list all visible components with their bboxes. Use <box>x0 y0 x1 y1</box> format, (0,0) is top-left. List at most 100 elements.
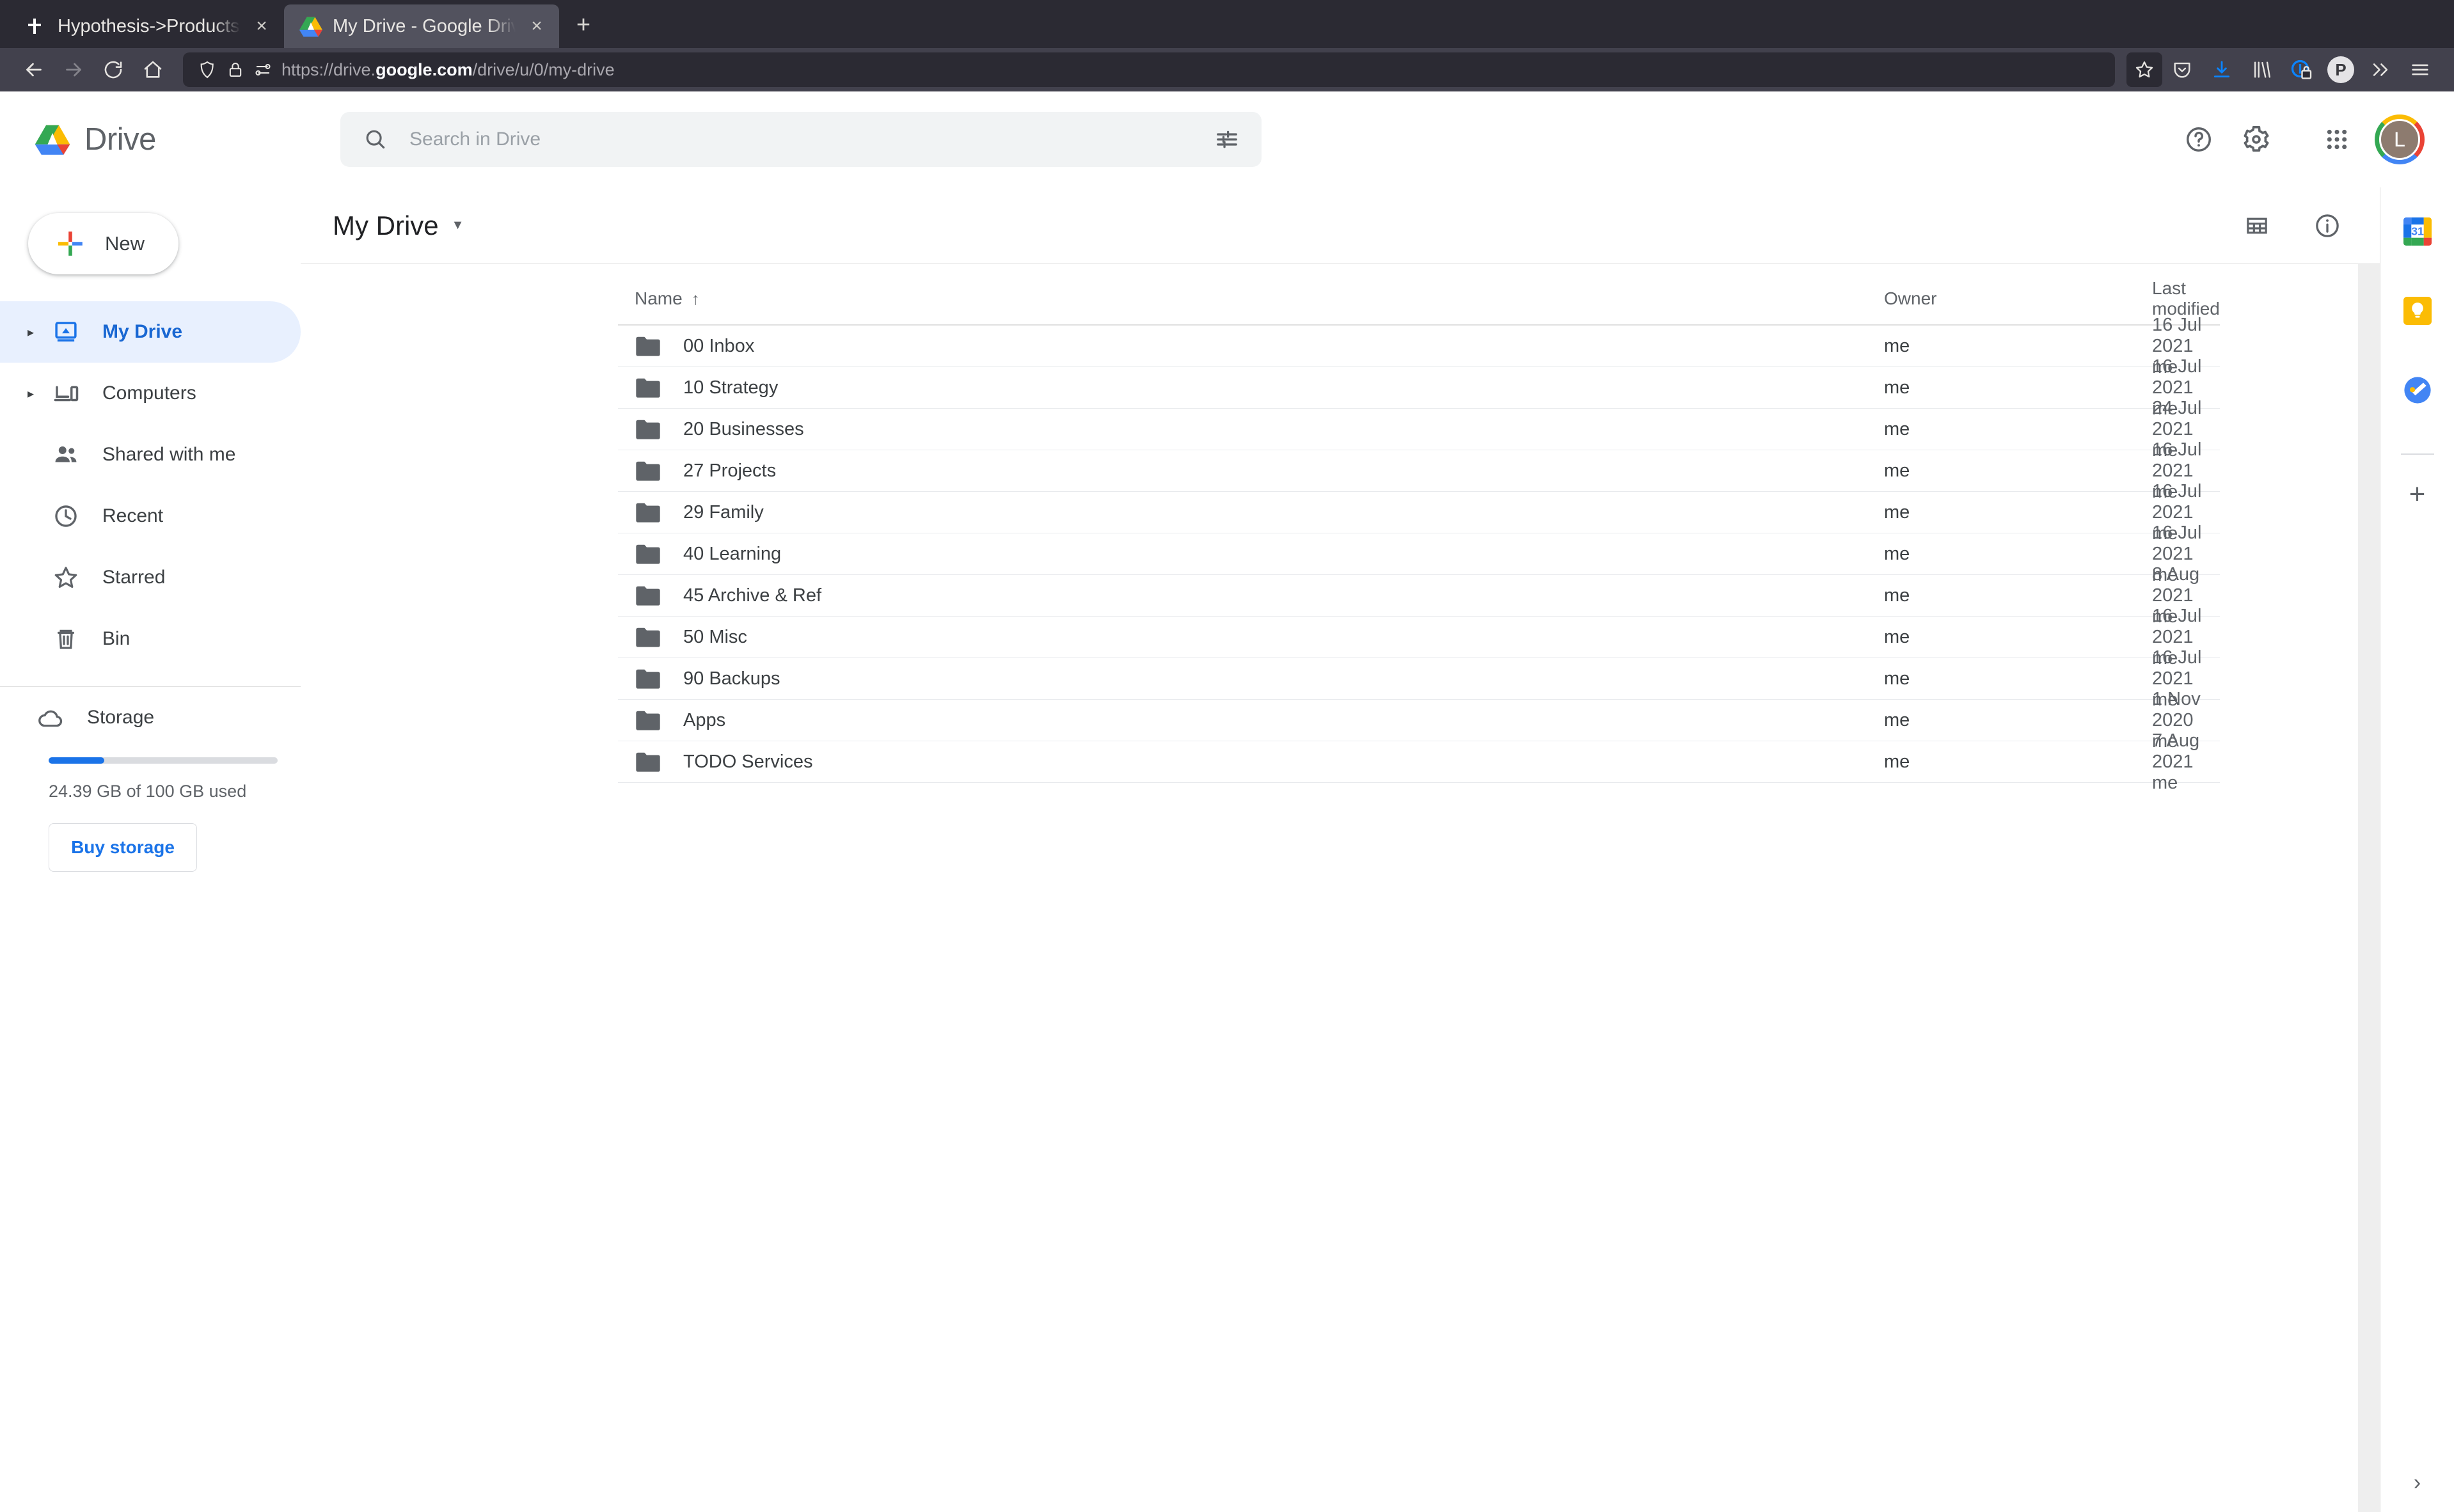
container-icon[interactable] <box>2281 50 2321 90</box>
drive-icon <box>299 15 322 38</box>
table-row[interactable]: 10 Strategyme16 Jul 2021 me— <box>618 356 2220 419</box>
drive-logo[interactable]: Drive <box>26 122 326 157</box>
trash-bin-icon <box>46 626 86 652</box>
shield-icon[interactable] <box>197 59 218 80</box>
content-header-actions <box>2230 199 2354 253</box>
new-tab-button[interactable]: + <box>564 6 603 44</box>
search-bar[interactable] <box>340 112 1262 167</box>
sidebar-item-shared-with-me[interactable]: Shared with me <box>0 424 301 485</box>
apps-grid-icon[interactable] <box>2308 111 2366 168</box>
storage-link[interactable]: Storage <box>15 687 301 748</box>
file-name: 29 Family <box>683 501 764 523</box>
table-row[interactable]: 45 Archive & Refme8 Aug 2021 me— <box>618 564 2220 627</box>
storage-section: Storage 24.39 GB of 100 GB used Buy stor… <box>0 687 301 872</box>
side-apps-rail: 31 + › <box>2380 187 2454 1512</box>
new-button[interactable]: New <box>28 213 178 274</box>
sheets-icon <box>24 15 47 38</box>
sidebar-item-starred[interactable]: Starred <box>0 547 301 608</box>
table-row[interactable]: 20 Businessesme24 Jul 2021 me— <box>618 398 2220 461</box>
page-title: My Drive <box>333 210 439 240</box>
brand-name: Drive <box>84 122 156 157</box>
file-name: 40 Learning <box>683 543 782 564</box>
file-name-cell[interactable]: 29 Family <box>635 501 764 523</box>
table-row[interactable]: 29 Familyme16 Jul 2021 me— <box>618 481 2220 544</box>
buy-storage-button[interactable]: Buy storage <box>49 823 197 872</box>
owner-cell: me <box>1884 668 1910 689</box>
url-bar[interactable]: https://drive.google.com/drive/u/0/my-dr… <box>183 52 2115 87</box>
info-circle-icon[interactable] <box>2300 199 2354 253</box>
hamburger-menu-icon[interactable] <box>2400 50 2440 90</box>
sidebar-item-recent[interactable]: Recent <box>0 485 301 547</box>
google-keep-icon[interactable] <box>2396 290 2439 332</box>
lock-icon[interactable] <box>226 61 244 79</box>
my-drive-icon <box>46 319 86 345</box>
downloads-icon[interactable] <box>2202 50 2242 90</box>
tab-strip: Hypothesis->Products/Se × My Drive - Goo… <box>0 0 2454 48</box>
chevron-right-icon[interactable]: ▸ <box>15 386 46 402</box>
sidebar-item-my-drive[interactable]: ▸ My Drive <box>0 301 301 363</box>
library-icon[interactable] <box>2242 50 2281 90</box>
owner-cell: me <box>1884 626 1910 647</box>
chevron-down-icon[interactable]: ▼ <box>452 218 464 233</box>
google-tasks-icon[interactable] <box>2396 369 2439 411</box>
browser-tab-2[interactable]: My Drive - Google Drive × <box>284 4 559 48</box>
file-name-cell[interactable]: 10 Strategy <box>635 377 778 398</box>
avatar-letter: L <box>2379 119 2420 160</box>
file-name-cell[interactable]: 45 Archive & Ref <box>635 585 821 606</box>
home-icon[interactable] <box>133 50 173 90</box>
search-filter-icon[interactable] <box>1208 120 1246 159</box>
breadcrumb[interactable]: My Drive ▼ <box>316 210 464 241</box>
file-name-cell[interactable]: 40 Learning <box>635 543 781 565</box>
grid-view-icon[interactable] <box>2230 199 2284 253</box>
file-name: Apps <box>683 709 726 730</box>
browser-tab-1[interactable]: Hypothesis->Products/Se × <box>9 4 284 48</box>
search-icon <box>363 127 388 152</box>
pocket-profile-icon[interactable]: P <box>2321 50 2361 90</box>
url-text[interactable]: https://drive.google.com/drive/u/0/my-dr… <box>281 60 615 80</box>
folder-icon <box>635 335 661 357</box>
forward-icon[interactable] <box>54 50 93 90</box>
overflow-icon[interactable] <box>2361 50 2400 90</box>
file-name-cell[interactable]: 27 Projects <box>635 460 776 482</box>
table-row[interactable]: TODO Servicesme7 Aug 2021 me— <box>618 730 2220 793</box>
column-header-last-modified[interactable]: Last modified <box>2152 278 2220 319</box>
file-name-cell[interactable]: 00 Inbox <box>635 335 754 357</box>
help-icon[interactable] <box>2170 111 2228 168</box>
file-rows: 00 Inboxme16 Jul 2021 me—10 Strategyme16… <box>618 315 2220 793</box>
pocket-icon[interactable] <box>2162 50 2202 90</box>
content-scrollbar[interactable] <box>2358 264 2380 1512</box>
add-app-button[interactable]: + <box>2409 480 2426 508</box>
chevron-right-icon[interactable]: ▸ <box>15 324 46 340</box>
expand-panel-button[interactable]: › <box>2380 1470 2454 1495</box>
bookmark-star-icon[interactable] <box>2126 52 2162 87</box>
search-input[interactable] <box>409 129 1186 150</box>
file-name: 10 Strategy <box>683 377 779 398</box>
table-row[interactable]: Appsme1 Nov 2020 me— <box>618 689 2220 752</box>
avatar[interactable]: L <box>2375 114 2425 164</box>
storage-used-text: 24.39 GB of 100 GB used <box>49 782 247 801</box>
table-row[interactable]: 50 Miscme16 Jul 2021 me— <box>618 606 2220 668</box>
permissions-icon[interactable] <box>253 60 273 79</box>
table-row[interactable]: 00 Inboxme16 Jul 2021 me— <box>618 315 2220 377</box>
sidebar-item-computers[interactable]: ▸ Computers <box>0 363 301 424</box>
table-row[interactable]: 27 Projectsme16 Jul 2021 me— <box>618 439 2220 502</box>
sidebar-item-bin[interactable]: Bin <box>0 608 301 670</box>
google-calendar-icon[interactable]: 31 <box>2396 210 2439 253</box>
sidebar: New ▸ My Drive ▸ Computers Shared with m… <box>0 187 301 1512</box>
file-name-cell[interactable]: TODO Services <box>635 751 813 773</box>
close-icon[interactable]: × <box>251 17 273 36</box>
settings-gear-icon[interactable] <box>2228 111 2285 168</box>
file-name-cell[interactable]: Apps <box>635 709 725 731</box>
owner-cell: me <box>1884 709 1910 730</box>
reload-icon[interactable] <box>93 50 133 90</box>
file-name-cell[interactable]: 50 Misc <box>635 626 747 648</box>
back-icon[interactable] <box>14 50 54 90</box>
table-row[interactable]: 40 Learningme16 Jul 2021 me— <box>618 523 2220 585</box>
file-name-cell[interactable]: 20 Businesses <box>635 418 804 440</box>
column-header-name[interactable]: Name ↑ <box>635 288 700 309</box>
column-header-owner[interactable]: Owner <box>1884 288 1936 309</box>
file-name-cell[interactable]: 90 Backups <box>635 668 780 689</box>
close-icon[interactable]: × <box>526 17 548 36</box>
owner-cell: me <box>1884 501 1910 523</box>
table-row[interactable]: 90 Backupsme16 Jul 2021 me— <box>618 647 2220 710</box>
